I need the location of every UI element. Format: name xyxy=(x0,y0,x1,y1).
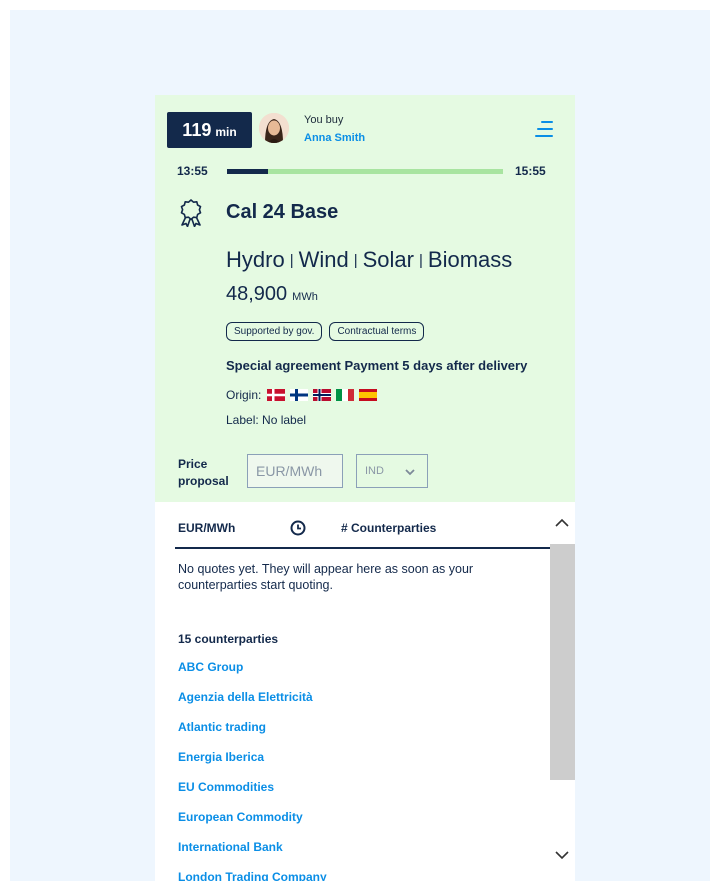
finland-flag-icon xyxy=(290,389,309,401)
menu-icon[interactable] xyxy=(535,120,553,138)
source-item: Biomass xyxy=(427,247,513,272)
volume: 48,900 MWh xyxy=(226,283,318,306)
counterparty-item[interactable]: European Commodity xyxy=(178,810,327,840)
counterparty-item[interactable]: Energia Iberica xyxy=(178,750,327,780)
session-start-time: 13:55 xyxy=(177,164,208,178)
header-divider xyxy=(175,547,550,549)
buyer-name[interactable]: Anna Smith xyxy=(304,132,365,144)
price-label-line2: proposal xyxy=(178,474,229,488)
empty-quotes-message: No quotes yet. They will appear here as … xyxy=(178,562,474,592)
counterparty-item[interactable]: London Trading Company xyxy=(178,870,327,881)
origin-flags xyxy=(267,389,378,401)
label-row: Label: No label xyxy=(226,413,307,427)
italy-flag-icon xyxy=(336,389,355,401)
product-title: Cal 24 Base xyxy=(226,201,339,223)
countdown-timer: 119 min xyxy=(167,112,252,148)
origin-row: Origin: xyxy=(226,388,378,402)
index-select[interactable]: IND xyxy=(356,454,428,488)
scrollbar-thumb[interactable] xyxy=(550,544,575,780)
award-icon xyxy=(179,199,203,228)
buyer-label: You buy xyxy=(304,114,344,126)
spain-flag-icon xyxy=(359,389,378,401)
price-label-line1: Price xyxy=(178,457,208,471)
index-select-value: IND xyxy=(365,465,384,477)
scrollbar[interactable] xyxy=(550,502,575,881)
timer-unit: min xyxy=(215,125,237,139)
counterparties-count: 15 counterparties xyxy=(178,632,279,646)
norway-flag-icon xyxy=(313,389,332,401)
quotes-section: EUR/MWh # Counterparties No quotes yet. … xyxy=(155,502,575,881)
special-terms: Special agreement Payment 5 days after d… xyxy=(226,358,528,373)
price-proposal-label: Price proposal xyxy=(178,456,229,490)
chevron-down-icon xyxy=(405,467,415,479)
origin-label: Origin: xyxy=(226,388,262,402)
separator: | xyxy=(289,252,294,269)
session-progress-bar xyxy=(227,169,503,174)
separator: | xyxy=(353,252,358,269)
source-item: Wind xyxy=(298,247,349,272)
separator: | xyxy=(418,252,423,269)
column-counterparties[interactable]: # Counterparties xyxy=(341,521,436,535)
volume-unit: MWh xyxy=(292,291,318,303)
tag-contractual-terms[interactable]: Contractual terms xyxy=(329,322,425,341)
volume-value: 48,900 xyxy=(226,283,288,305)
chevron-down-icon[interactable] xyxy=(554,848,570,862)
counterparty-item[interactable]: Atlantic trading xyxy=(178,720,327,750)
clock-icon[interactable] xyxy=(290,520,306,536)
counterparty-item[interactable]: Agenzia della Elettricità xyxy=(178,690,327,720)
column-price[interactable]: EUR/MWh xyxy=(178,521,235,535)
source-item: Solar xyxy=(362,247,414,272)
session-progress-fill xyxy=(227,169,269,174)
tag-supported-by-gov: Supported by gov. xyxy=(226,322,323,341)
denmark-flag-icon xyxy=(267,389,286,401)
counterparty-item[interactable]: International Bank xyxy=(178,840,327,870)
product-summary: 119 min You buy Anna Smith 13:55 15:55 C… xyxy=(155,95,575,502)
energy-sources: Hydro | Wind | Solar | Biomass xyxy=(226,247,512,273)
price-input[interactable] xyxy=(247,454,343,488)
product-tags: Supported by gov. Contractual terms xyxy=(226,322,425,341)
counterparty-list: ABC Group Agenzia della Elettricità Atla… xyxy=(178,660,327,881)
avatar xyxy=(259,113,289,143)
timer-value: 119 xyxy=(182,120,212,140)
counterparty-item[interactable]: EU Commodities xyxy=(178,780,327,810)
auction-panel: 119 min You buy Anna Smith 13:55 15:55 C… xyxy=(155,95,575,881)
session-end-time: 15:55 xyxy=(515,164,546,178)
source-item: Hydro xyxy=(226,247,285,272)
counterparty-item[interactable]: ABC Group xyxy=(178,660,327,690)
chevron-up-icon[interactable] xyxy=(554,516,570,530)
